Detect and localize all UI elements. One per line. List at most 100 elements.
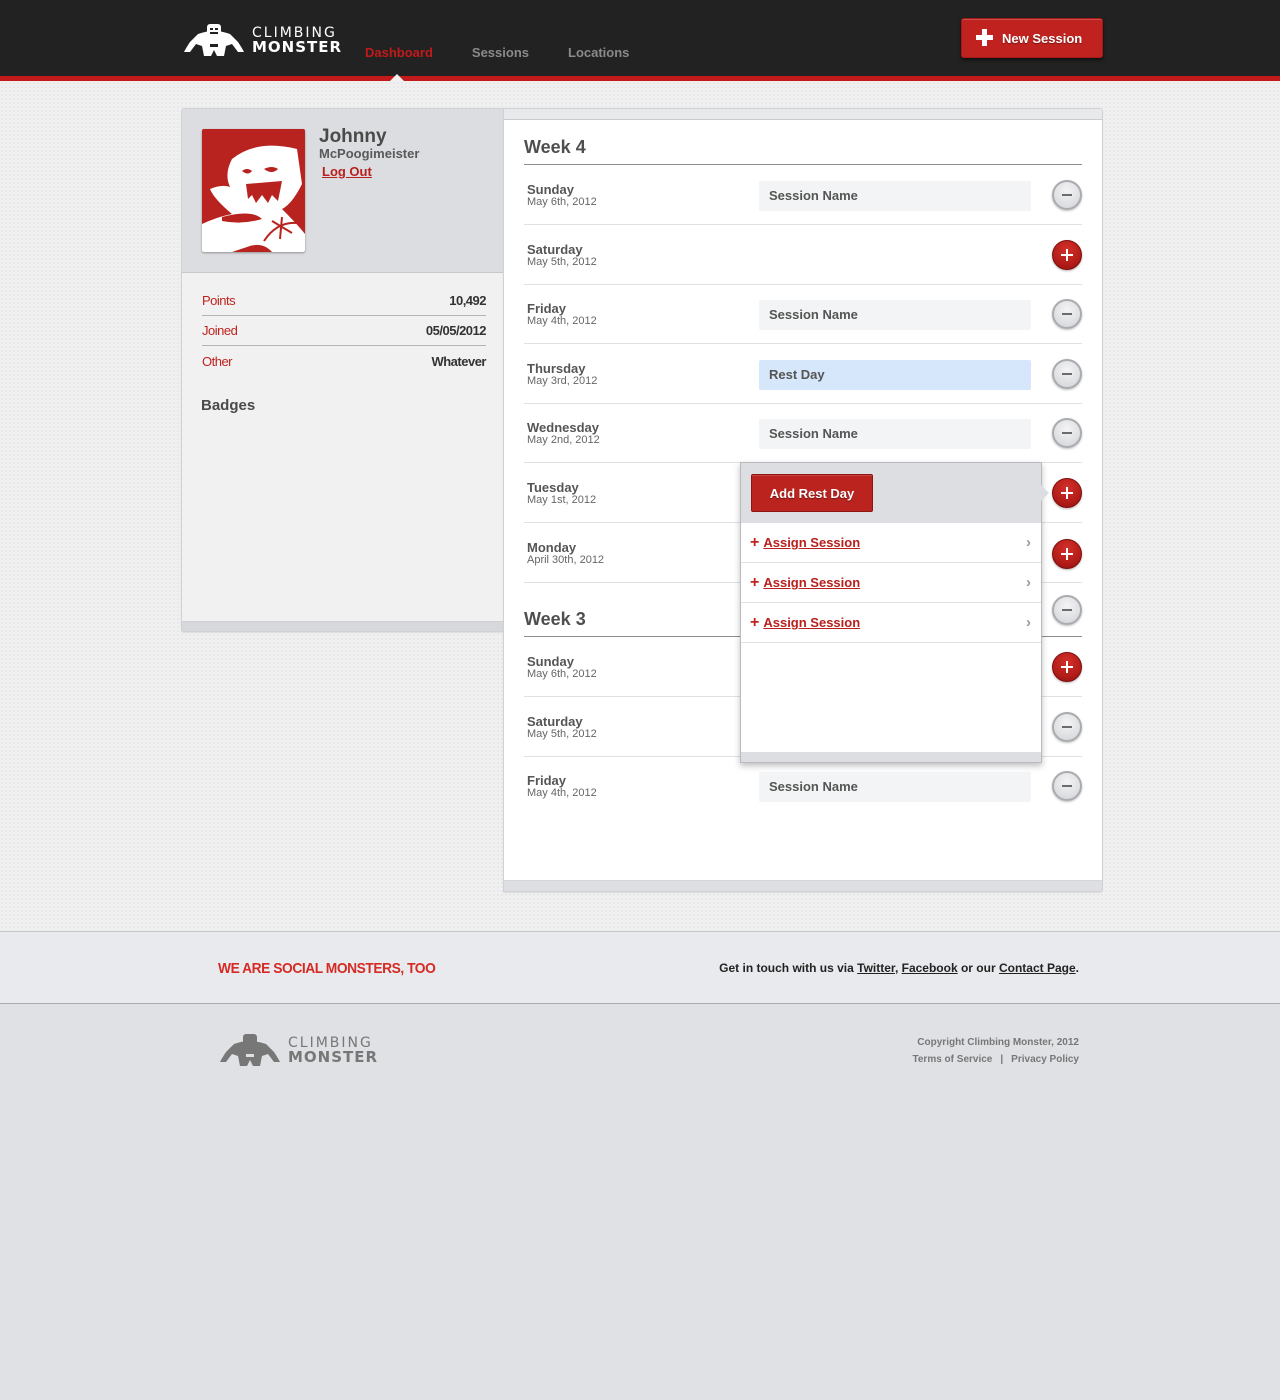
popover-header: Add Rest Day: [741, 463, 1041, 523]
day-name: Tuesday: [527, 480, 579, 495]
active-nav-pointer: [390, 74, 404, 81]
day-name: Sunday: [527, 654, 574, 669]
nav-sessions[interactable]: Sessions: [472, 45, 529, 60]
remove-session-button[interactable]: [1052, 418, 1082, 448]
day-date: May 2nd, 2012: [527, 434, 600, 446]
legal-links: Terms of Service | Privacy Policy: [913, 1054, 1080, 1065]
assign-session-link[interactable]: Assign Session: [763, 615, 860, 630]
main-nav: Dashboard Sessions Locations: [365, 45, 668, 60]
day-row: Wednesday May 2nd, 2012 Session Name: [524, 403, 1082, 463]
plus-icon: +: [750, 533, 760, 551]
day-date: May 5th, 2012: [527, 256, 597, 268]
popover-footer-strip: [741, 752, 1041, 762]
remove-session-button[interactable]: [1052, 712, 1082, 742]
session-name-field[interactable]: Session Name: [759, 772, 1031, 802]
top-header: CLIMBING MONSTER Dashboard Sessions Loca…: [0, 0, 1280, 76]
bottom-footer: CLIMBING MONSTER Copyright Climbing Mons…: [0, 1004, 1280, 1400]
day-name: Wednesday: [527, 420, 600, 435]
day-row: Friday May 4th, 2012 Session Name: [524, 284, 1082, 344]
stat-value: Whatever: [431, 353, 486, 369]
add-rest-day-button[interactable]: Add Rest Day: [751, 474, 873, 512]
user-last-name: McPoogimeister: [319, 146, 420, 161]
assign-session-item[interactable]: + Assign Session ›: [741, 563, 1041, 603]
contact-prefix: Get in touch with us via: [719, 961, 858, 975]
day-date: May 5th, 2012: [527, 728, 597, 740]
sidebar-footer-strip: [182, 621, 503, 631]
day-date: May 6th, 2012: [527, 196, 597, 208]
contact-text: Get in touch with us via Twitter, Facebo…: [719, 961, 1079, 975]
week-heading: Week 4: [524, 137, 1082, 165]
assign-session-link[interactable]: Assign Session: [763, 535, 860, 550]
day-name: Friday: [527, 773, 567, 788]
session-name-field[interactable]: Session Name: [759, 300, 1031, 330]
remove-session-button[interactable]: [1052, 299, 1082, 329]
chevron-right-icon: ›: [1026, 534, 1031, 551]
nav-locations[interactable]: Locations: [568, 45, 629, 60]
stat-joined: Joined 05/05/2012: [202, 316, 487, 346]
site-logo[interactable]: CLIMBING MONSTER: [182, 20, 342, 60]
user-first-name: Johnny: [319, 126, 387, 147]
add-session-button[interactable]: [1052, 652, 1082, 682]
social-band: WE ARE SOCIAL MONSTERS, TOO Get in touch…: [0, 931, 1280, 1004]
profile-header: Johnny McPoogimeister Log Out: [182, 109, 503, 273]
contact-page-link[interactable]: Contact Page: [999, 961, 1076, 975]
footer-logo[interactable]: CLIMBING MONSTER: [218, 1032, 378, 1068]
monster-logo-icon: [184, 24, 244, 56]
logo-line-2: MONSTER: [252, 37, 343, 56]
day-name: Monday: [527, 540, 577, 555]
contact-suffix: .: [1075, 961, 1079, 975]
rest-day-field[interactable]: Rest Day: [759, 360, 1031, 390]
profile-sidebar: Johnny McPoogimeister Log Out Points 10,…: [181, 108, 504, 632]
stat-other: Other Whatever: [202, 346, 486, 376]
assign-session-link[interactable]: Assign Session: [763, 575, 860, 590]
day-name: Friday: [527, 301, 567, 316]
day-row: Friday May 4th, 2012 Session Name: [524, 756, 1082, 816]
logout-link[interactable]: Log Out: [322, 164, 372, 179]
plus-icon: +: [750, 613, 760, 631]
panel-top-strip: [504, 109, 1102, 120]
day-date: May 6th, 2012: [527, 668, 597, 680]
assign-session-item[interactable]: + Assign Session ›: [741, 523, 1041, 563]
chevron-right-icon: ›: [1026, 574, 1031, 591]
assign-session-item[interactable]: + Assign Session ›: [741, 603, 1041, 643]
copyright-text: Copyright Climbing Monster, 2012: [917, 1037, 1079, 1048]
twitter-link[interactable]: Twitter: [857, 961, 895, 975]
session-name-field[interactable]: Session Name: [759, 419, 1031, 449]
remove-session-button[interactable]: [1052, 180, 1082, 210]
add-session-button[interactable]: [1052, 478, 1082, 508]
monster-avatar-icon: [202, 145, 305, 252]
session-name-field[interactable]: Session Name: [759, 181, 1031, 211]
footer-logo-line-2: MONSTER: [288, 1047, 379, 1066]
remove-session-button[interactable]: [1052, 771, 1082, 801]
day-date: May 1st, 2012: [527, 494, 597, 506]
contact-comma: ,: [894, 961, 902, 975]
profile-stats: Points 10,492 Joined 05/05/2012 Other Wh…: [202, 286, 487, 376]
day-name: Thursday: [527, 361, 586, 376]
panel-bottom-strip: [504, 880, 1102, 891]
privacy-link[interactable]: Privacy Policy: [1011, 1054, 1079, 1065]
stat-value: 10,492: [449, 293, 486, 308]
remove-session-button[interactable]: [1052, 359, 1082, 389]
add-session-button[interactable]: [1052, 240, 1082, 270]
contact-middle: or our: [957, 961, 999, 975]
day-row: Thursday May 3rd, 2012 Rest Day: [524, 344, 1082, 404]
stat-points: Points 10,492: [202, 286, 486, 316]
new-session-button[interactable]: New Session: [961, 18, 1103, 58]
day-row: Saturday May 5th, 2012: [524, 225, 1082, 285]
nav-dashboard[interactable]: Dashboard: [365, 45, 433, 60]
badges-heading: Badges: [201, 397, 256, 414]
add-session-button[interactable]: [1052, 539, 1082, 569]
plus-icon: +: [750, 573, 760, 591]
new-session-label: New Session: [1002, 30, 1083, 46]
legal-separator: |: [1000, 1054, 1004, 1065]
terms-link[interactable]: Terms of Service: [913, 1054, 993, 1065]
day-name: Saturday: [527, 242, 583, 257]
stat-label: Joined: [202, 323, 238, 338]
popover-arrow: [1041, 485, 1049, 501]
avatar: [202, 129, 305, 252]
facebook-link[interactable]: Facebook: [902, 961, 958, 975]
day-name: Saturday: [527, 714, 583, 729]
day-date: May 4th, 2012: [527, 315, 597, 327]
plus-icon: [976, 29, 994, 47]
day-actions-popover: Add Rest Day + Assign Session › + Assign…: [740, 462, 1049, 763]
